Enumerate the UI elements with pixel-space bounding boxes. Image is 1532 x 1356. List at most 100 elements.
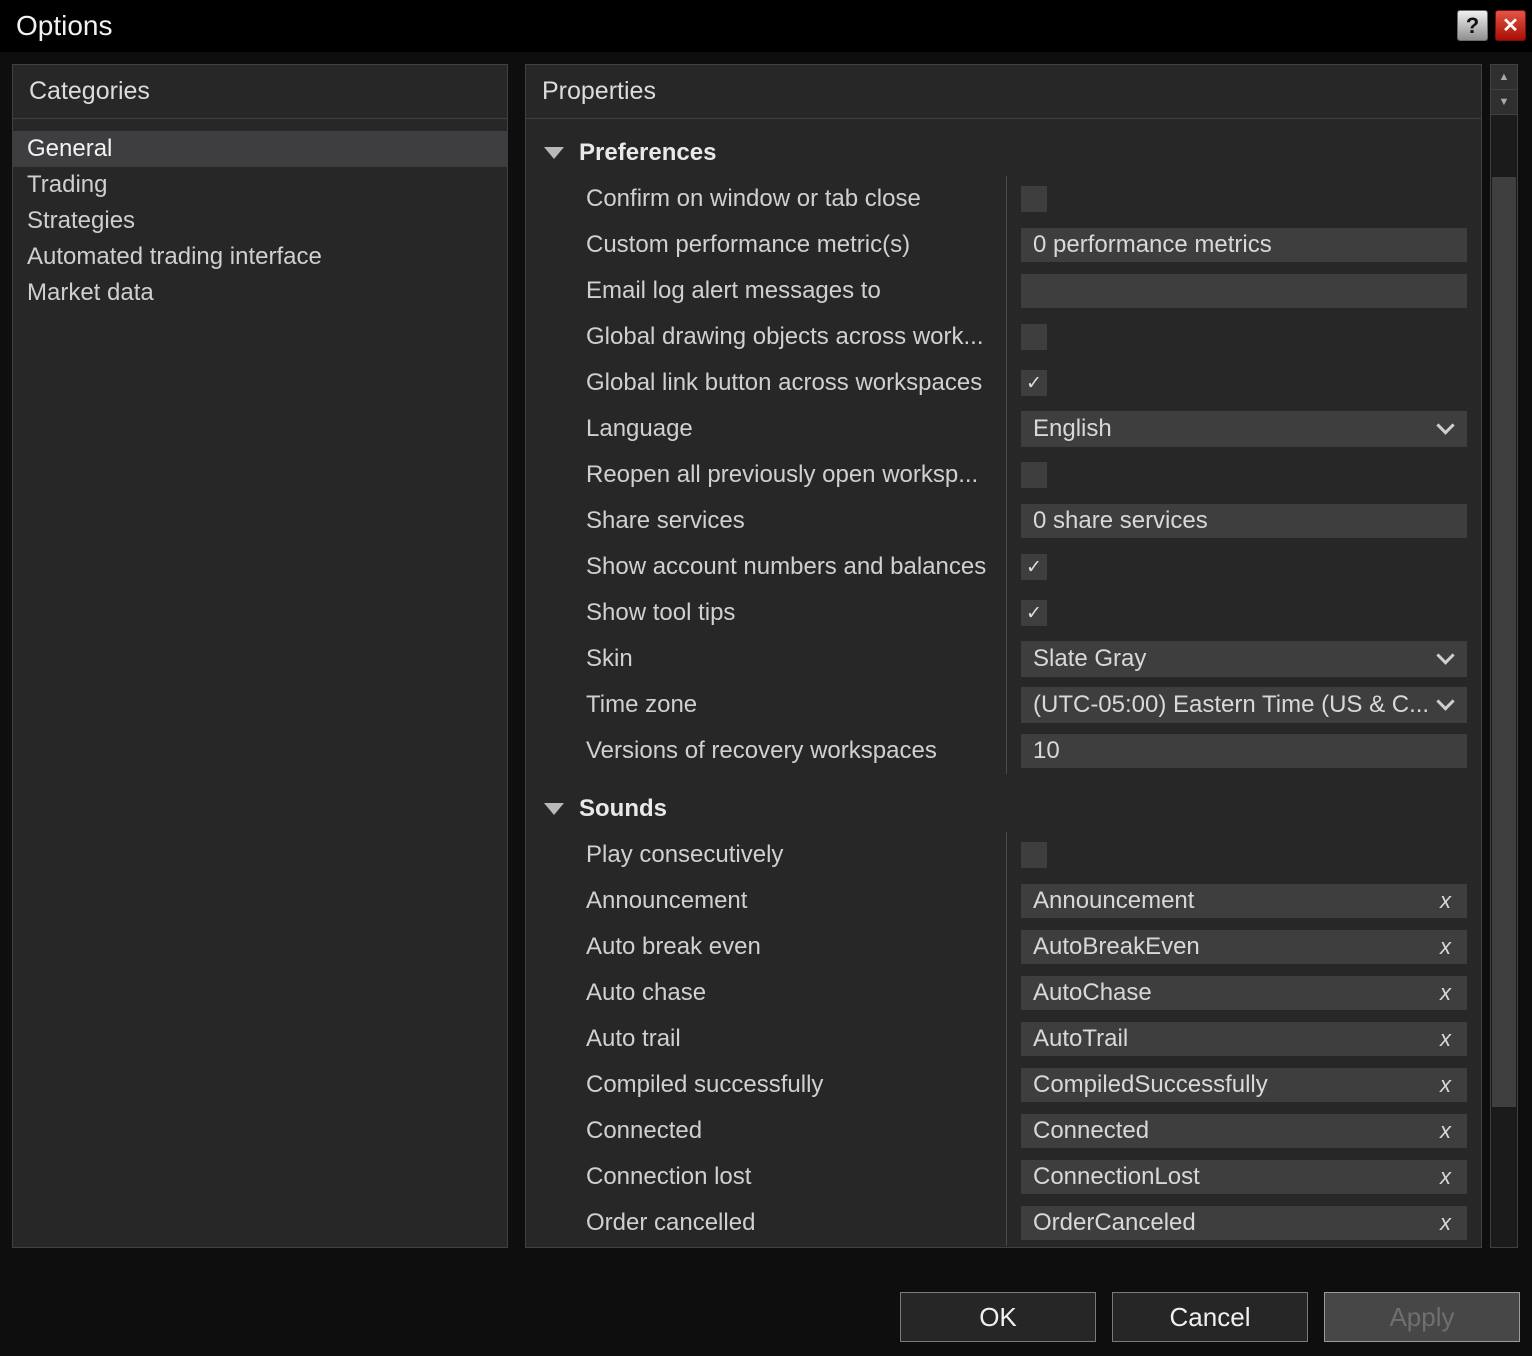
- field-value-text: AutoTrail: [1033, 1025, 1432, 1053]
- property-label: Email log alert messages to: [526, 268, 1006, 314]
- property-value-cell: 0 share services: [1006, 498, 1481, 544]
- property-value-cell: OrderCanceledx: [1006, 1200, 1481, 1246]
- clear-sound-icon[interactable]: x: [1440, 888, 1451, 914]
- field-skin[interactable]: Slate Gray: [1021, 641, 1467, 677]
- scrollbar-down-button[interactable]: ▼: [1491, 90, 1517, 115]
- property-row-language: Language English: [526, 406, 1481, 452]
- field-compiled-successfully[interactable]: CompiledSuccessfully x: [1021, 1068, 1467, 1102]
- close-button[interactable]: ✕: [1495, 10, 1526, 41]
- property-label: Language: [526, 406, 1006, 452]
- section-title: Sounds: [579, 795, 667, 823]
- property-label: Confirm on window or tab close: [526, 176, 1006, 222]
- clear-sound-icon[interactable]: x: [1440, 980, 1451, 1006]
- property-row-play-consecutively: Play consecutively: [526, 832, 1481, 878]
- collapse-triangle-icon: [544, 147, 564, 159]
- property-value-cell: ✓: [1006, 360, 1481, 406]
- category-item-strategies[interactable]: Strategies: [13, 203, 507, 239]
- field-value-text: 0 share services: [1033, 507, 1455, 535]
- properties-panel: Properties PreferencesConfirm on window …: [525, 64, 1482, 1248]
- checkbox-show-tool-tips[interactable]: ✓: [1021, 600, 1047, 626]
- property-row-email-log-alert-messages-to: Email log alert messages to: [526, 268, 1481, 314]
- field-value-text: ConnectionLost: [1033, 1163, 1432, 1191]
- field-value-text: CompiledSuccessfully: [1033, 1071, 1432, 1099]
- field-value-text: AutoBreakEven: [1033, 933, 1432, 961]
- property-value-cell: [1006, 832, 1481, 878]
- property-label: Play consecutively: [526, 832, 1006, 878]
- chevron-down-icon: [1436, 692, 1454, 710]
- property-label: Compiled successfully: [526, 1062, 1006, 1108]
- property-row-reopen-all-previously-open-worksp: Reopen all previously open worksp...: [526, 452, 1481, 498]
- checkbox-play-consecutively[interactable]: [1021, 842, 1047, 868]
- property-label: Time zone: [526, 682, 1006, 728]
- property-value-cell: Slate Gray: [1006, 636, 1481, 682]
- field-value-text: English: [1033, 415, 1431, 443]
- field-order-cancelled[interactable]: OrderCanceledx: [1021, 1206, 1467, 1240]
- categories-header: Categories: [13, 65, 507, 119]
- property-value-cell: Announcementx: [1006, 878, 1481, 924]
- property-label: Order cancelled: [526, 1200, 1006, 1246]
- property-row-auto-trail: Auto trail AutoTrail x: [526, 1016, 1481, 1062]
- clear-sound-icon[interactable]: x: [1440, 934, 1451, 960]
- clear-sound-icon[interactable]: x: [1440, 1072, 1451, 1098]
- chevron-down-icon: [1436, 416, 1454, 434]
- property-value-cell: [1006, 268, 1481, 314]
- property-label: Auto chase: [526, 970, 1006, 1016]
- property-value-cell: 0 performance metrics: [1006, 222, 1481, 268]
- field-announcement[interactable]: Announcementx: [1021, 884, 1467, 918]
- checkbox-global-link-button-across-workspaces[interactable]: ✓: [1021, 370, 1047, 396]
- property-label: Auto trail: [526, 1016, 1006, 1062]
- property-row-global-drawing-objects-across-work: Global drawing objects across work...: [526, 314, 1481, 360]
- categories-list: GeneralTradingStrategiesAutomated tradin…: [13, 119, 507, 311]
- field-email-log-alert-messages-to[interactable]: [1021, 274, 1467, 308]
- field-versions-of-recovery-workspaces[interactable]: 10: [1021, 734, 1467, 768]
- checkbox-reopen-all-previously-open-worksp[interactable]: [1021, 462, 1047, 488]
- scrollbar-up-button[interactable]: ▲: [1491, 65, 1517, 90]
- category-item-market-data[interactable]: Market data: [13, 275, 507, 311]
- property-row-connection-lost: Connection lost ConnectionLost x: [526, 1154, 1481, 1200]
- checkbox-global-drawing-objects-across-work[interactable]: [1021, 324, 1047, 350]
- clear-sound-icon[interactable]: x: [1440, 1210, 1451, 1236]
- category-item-general[interactable]: General: [13, 131, 507, 167]
- property-row-global-link-button-across-workspaces: Global link button across workspaces✓: [526, 360, 1481, 406]
- scrollbar-thumb[interactable]: [1492, 177, 1516, 1107]
- section-header-preferences[interactable]: Preferences: [526, 130, 1481, 176]
- category-item-automated-trading-interface[interactable]: Automated trading interface: [13, 239, 507, 275]
- properties-scrollbar[interactable]: ▲ ▼: [1490, 64, 1518, 1248]
- field-value-text: (UTC-05:00) Eastern Time (US & C...: [1033, 691, 1431, 719]
- field-time-zone[interactable]: (UTC-05:00) Eastern Time (US & C...: [1021, 687, 1467, 723]
- scrollbar-track[interactable]: [1491, 117, 1517, 1247]
- property-row-order-cancelled: Order cancelled OrderCanceledx: [526, 1200, 1481, 1246]
- checkbox-show-account-numbers-and-balances[interactable]: ✓: [1021, 554, 1047, 580]
- checkbox-confirm-on-window-or-tab-close[interactable]: [1021, 186, 1047, 212]
- clear-sound-icon[interactable]: x: [1440, 1118, 1451, 1144]
- field-custom-performance-metric-s[interactable]: 0 performance metrics: [1021, 228, 1467, 262]
- clear-sound-icon[interactable]: x: [1440, 1026, 1451, 1052]
- property-row-show-account-numbers-and-balances: Show account numbers and balances ✓: [526, 544, 1481, 590]
- clear-sound-icon[interactable]: x: [1440, 1164, 1451, 1190]
- property-value-cell: ✓: [1006, 544, 1481, 590]
- cancel-button[interactable]: Cancel: [1112, 1292, 1308, 1342]
- ok-button[interactable]: OK: [900, 1292, 1096, 1342]
- field-language[interactable]: English: [1021, 411, 1467, 447]
- property-label: Versions of recovery workspaces: [526, 728, 1006, 774]
- section-header-sounds[interactable]: Sounds: [526, 786, 1481, 832]
- field-value-text: 0 performance metrics: [1033, 231, 1455, 259]
- title-bar: Options ? ✕: [0, 0, 1532, 52]
- field-auto-chase[interactable]: AutoChasex: [1021, 976, 1467, 1010]
- field-connected[interactable]: Connectedx: [1021, 1114, 1467, 1148]
- property-label: Show account numbers and balances: [526, 544, 1006, 590]
- property-label: Connected: [526, 1108, 1006, 1154]
- apply-button[interactable]: Apply: [1324, 1292, 1520, 1342]
- help-button[interactable]: ?: [1457, 10, 1488, 41]
- property-label: Auto break even: [526, 924, 1006, 970]
- field-share-services[interactable]: 0 share services: [1021, 504, 1467, 538]
- field-auto-trail[interactable]: AutoTrail x: [1021, 1022, 1467, 1056]
- field-auto-break-even[interactable]: AutoBreakEven x: [1021, 930, 1467, 964]
- property-label: Connection lost: [526, 1154, 1006, 1200]
- field-connection-lost[interactable]: ConnectionLost x: [1021, 1160, 1467, 1194]
- field-value-text: Slate Gray: [1033, 645, 1431, 673]
- property-row-compiled-successfully: Compiled successfully CompiledSuccessfull…: [526, 1062, 1481, 1108]
- category-item-trading[interactable]: Trading: [13, 167, 507, 203]
- property-value-cell: Connectedx: [1006, 1108, 1481, 1154]
- property-label: Share services: [526, 498, 1006, 544]
